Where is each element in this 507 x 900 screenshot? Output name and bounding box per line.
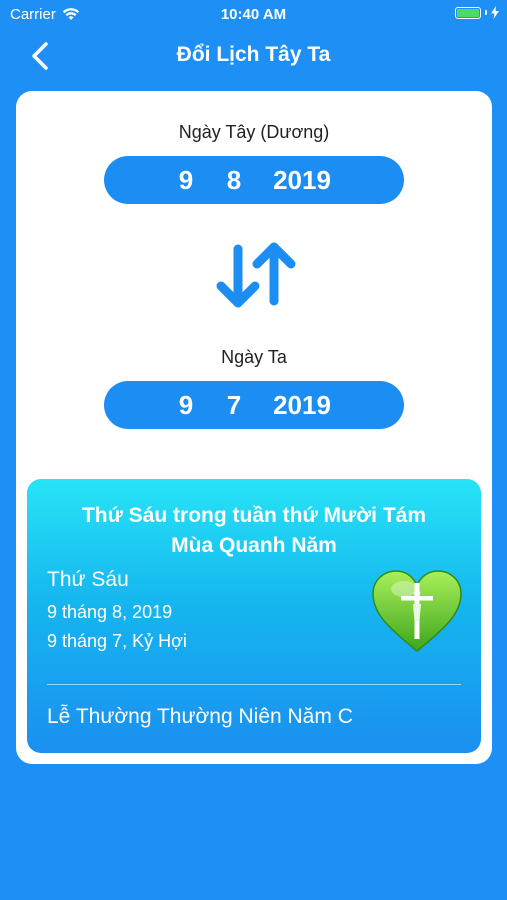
feast-title-line-1: Thứ Sáu trong tuần thứ Mười Tám (81, 504, 427, 527)
status-bar: Carrier 10:40 AM (0, 0, 507, 28)
liturgical-season: Lễ Thường Thường Niên Năm C (47, 705, 353, 728)
lunar-day: 9 (178, 389, 194, 420)
swap-button[interactable] (212, 239, 298, 311)
solar-date-label: Ngày Tây (Dương) (178, 122, 330, 142)
lunar-date-picker[interactable]: 9 7 2019 (104, 381, 404, 429)
solar-date-picker[interactable]: 9 8 2019 (104, 156, 404, 204)
heart-cross-icon (372, 570, 462, 652)
lunar-date-label: Ngày Ta (221, 347, 287, 367)
solar-year: 2019 (273, 164, 331, 195)
status-time: 10:40 AM (220, 6, 287, 23)
lunar-date-text: 9 tháng 7, Kỷ Hợi (47, 631, 187, 651)
solar-date-text: 9 tháng 8, 2019 (47, 602, 173, 622)
swap-arrows-icon (216, 242, 296, 308)
solar-month: 8 (226, 164, 242, 195)
feast-title-line-2: Mùa Quanh Năm (171, 534, 337, 557)
converter-card: Ngày Tây (Dương) 9 8 2019 Ngày Ta 9 7 20… (16, 91, 492, 764)
charging-bolt-icon (491, 6, 499, 19)
divider (47, 684, 461, 685)
nav-bar: Đổi Lịch Tây Ta (0, 30, 507, 82)
day-info-card[interactable]: Thứ Sáu trong tuần thứ Mười Tám Mùa Quan… (27, 479, 481, 753)
battery-icon (455, 6, 499, 19)
lunar-month: 7 (226, 389, 242, 420)
weekday-label: Thứ Sáu (47, 568, 129, 591)
feast-title: Thứ Sáu trong tuần thứ Mười Tám Mùa Quan… (47, 501, 461, 561)
lunar-year: 2019 (273, 389, 331, 420)
page-title: Đổi Lịch Tây Ta (176, 43, 331, 66)
solar-day: 9 (178, 164, 194, 195)
